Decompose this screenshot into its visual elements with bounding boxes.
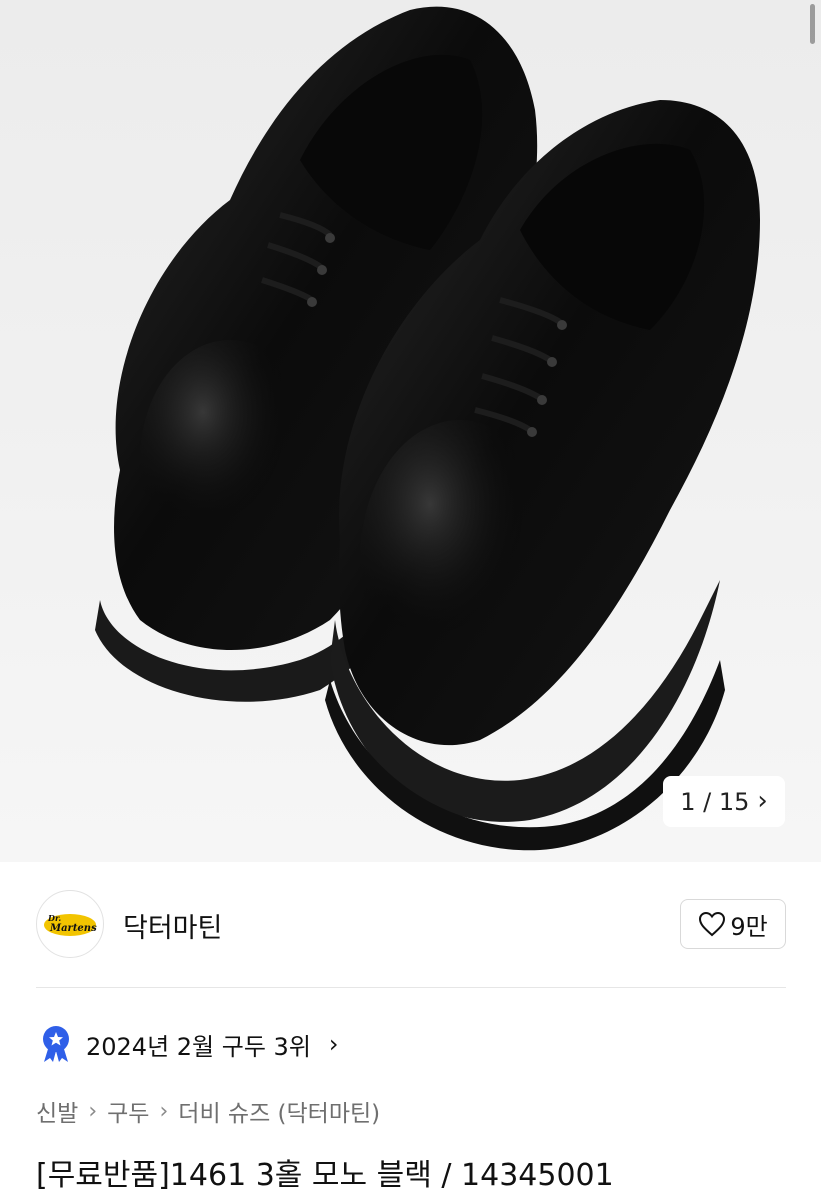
svg-text:Martens: Martens [49,923,97,934]
award-badge-icon [43,1026,69,1062]
like-button[interactable]: 9만 [680,899,786,949]
product-image [95,6,760,851]
chevron-right-icon: › [757,785,768,816]
breadcrumb-item[interactable]: 구두 [107,1094,149,1128]
chevron-right-icon: › [88,1098,98,1124]
breadcrumb-item[interactable]: 더비 슈즈 (닥터마틴) [178,1094,380,1128]
divider [36,987,786,988]
ranking-link[interactable]: 2024년 2월 구두 3위 › [40,1024,339,1064]
brand-logo-icon[interactable]: Dr. Martens [36,890,104,958]
heart-outline-icon [699,911,726,937]
breadcrumb-item[interactable]: 신발 [36,1094,78,1128]
like-count: 9만 [730,912,768,941]
image-counter-text: 1 / 15 [680,787,750,816]
scrollbar-thumb[interactable] [810,4,815,44]
chevron-right-icon: › [328,1030,339,1058]
brand-name[interactable]: 닥터마틴 [123,906,222,945]
breadcrumb: 신발 › 구두 › 더비 슈즈 (닥터마틴) [36,1094,380,1128]
chevron-right-icon: › [159,1098,169,1124]
product-image-gallery[interactable]: 1 / 15 › [0,0,821,862]
image-counter-button[interactable]: 1 / 15 › [663,776,785,827]
product-title: [무료반품]1461 3홀 모노 블랙 / 14345001 [36,1158,614,1193]
ranking-text: 2024년 2월 구두 3위 [86,1032,311,1061]
svg-text:Dr.: Dr. [47,913,61,923]
brand-row: Dr. Martens 닥터마틴 9만 [36,890,786,958]
